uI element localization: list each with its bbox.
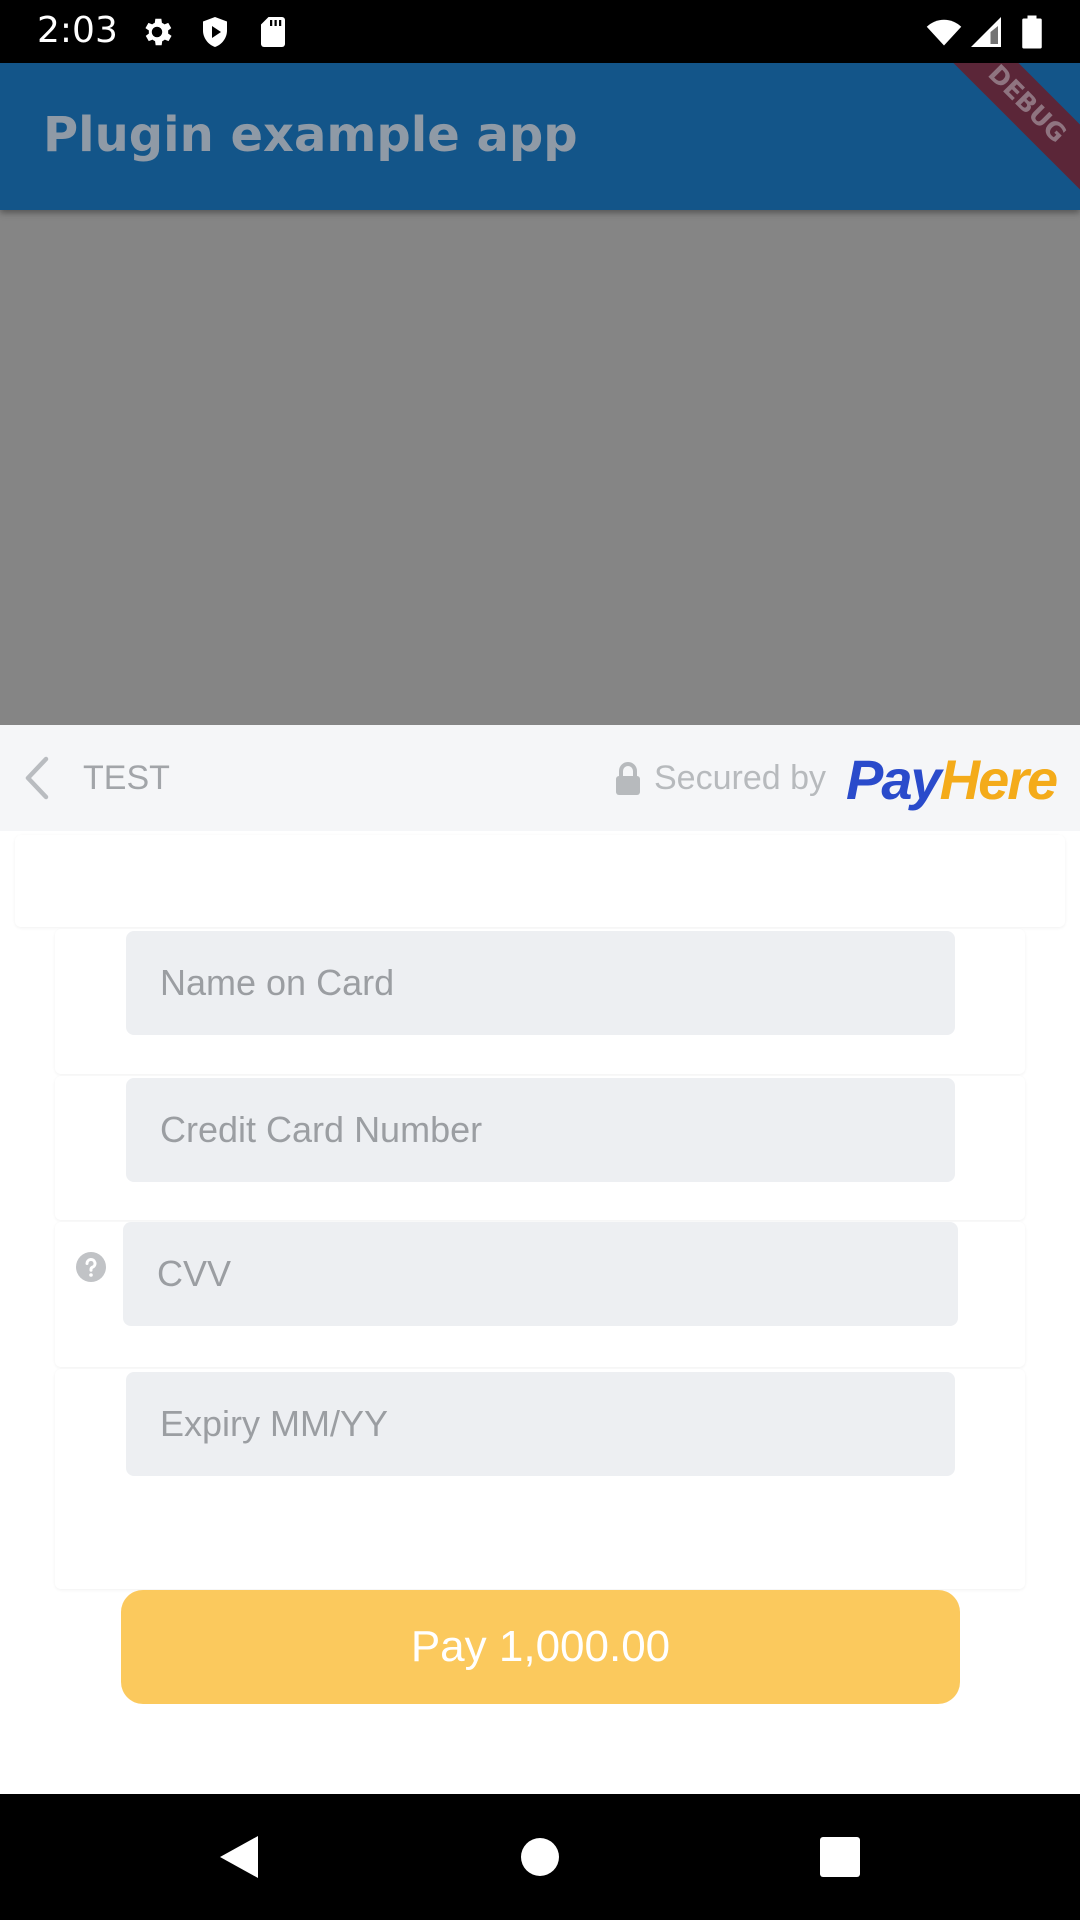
status-time: 2:03 [37,10,118,51]
expiry-input[interactable] [126,1372,955,1476]
navigation-bar [0,1794,1080,1920]
debug-banner: DEBUG [929,63,1080,202]
pay-button[interactable]: Pay 1,000.00 [121,1590,960,1704]
back-chevron-icon[interactable] [20,755,52,801]
help-icon[interactable] [75,1251,107,1283]
shield-icon [197,14,233,50]
back-triangle-icon[interactable] [216,1834,262,1880]
name-on-card-input[interactable] [126,931,955,1035]
wifi-icon [922,14,966,50]
brand-here: Here [939,748,1059,811]
gear-icon [139,14,175,50]
payment-options-card [15,835,1065,927]
home-circle-icon[interactable] [517,1834,563,1880]
signal-icon [968,14,1004,50]
payhere-logo: PayHere [846,747,1059,812]
app-bar: Plugin example app DEBUG [0,63,1080,210]
card-number-input[interactable] [126,1078,955,1182]
sd-card-icon [255,14,291,50]
brand-pay: Pay [846,748,942,811]
merchant-name: TEST [83,759,170,797]
recents-square-icon[interactable] [817,1834,863,1880]
modal-backdrop[interactable] [0,210,1080,725]
payment-sheet-header: TEST Secured by PayHere [0,725,1080,831]
cvv-input[interactable] [123,1222,958,1326]
lock-icon [614,762,642,796]
secured-by-label: Secured by [654,759,826,797]
app-title: Plugin example app [43,107,578,163]
battery-icon [1014,14,1050,50]
status-bar: 2:03 [0,0,1080,63]
